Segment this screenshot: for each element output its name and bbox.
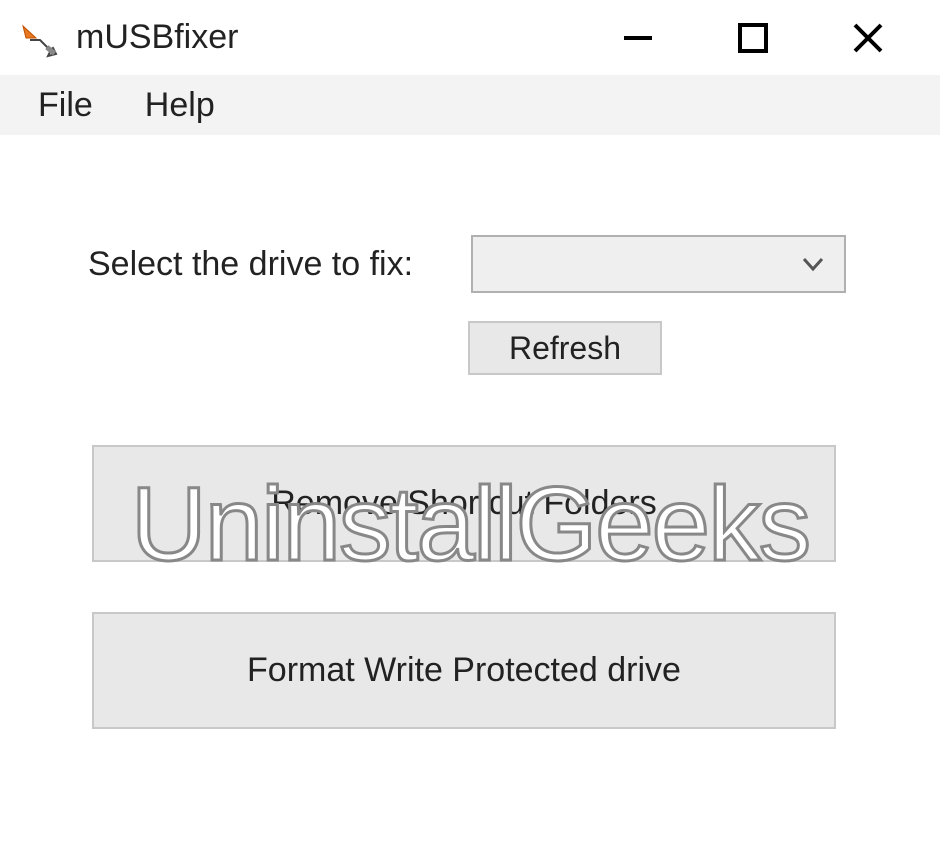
drive-select-row: Select the drive to fix: [0,235,940,293]
remove-shortcut-button-label: Remove Shortcut Folders [271,484,657,523]
select-drive-label: Select the drive to fix: [88,245,413,284]
app-icon [18,18,58,58]
app-title: mUSBfixer [76,18,238,57]
content-area: Select the drive to fix: Refresh Remove … [0,135,940,729]
menu-help[interactable]: Help [145,86,215,125]
maximize-button[interactable] [730,15,775,60]
window-controls [615,0,940,75]
chevron-down-icon [800,251,826,277]
refresh-button-label: Refresh [509,330,621,367]
close-button[interactable] [845,15,890,60]
minimize-button[interactable] [615,15,660,60]
titlebar: mUSBfixer [0,0,940,75]
refresh-button[interactable]: Refresh [468,321,662,375]
close-icon [850,20,886,56]
menubar: File Help [0,75,940,135]
drive-dropdown[interactable] [471,235,846,293]
minimize-icon [620,20,656,56]
format-drive-button-label: Format Write Protected drive [247,651,681,690]
menu-file[interactable]: File [38,86,93,125]
remove-shortcut-button[interactable]: Remove Shortcut Folders [92,445,836,562]
format-drive-button[interactable]: Format Write Protected drive [92,612,836,729]
maximize-icon [736,21,770,55]
